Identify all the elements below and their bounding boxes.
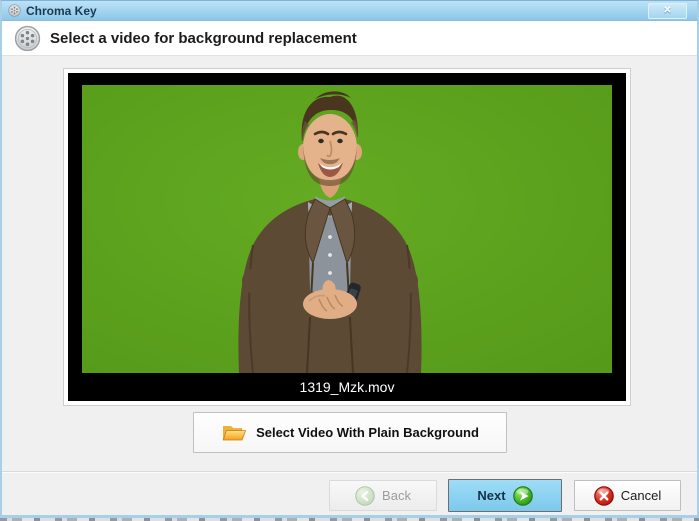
- video-filename: 1319_Mzk.mov: [299, 379, 395, 396]
- folder-open-icon: [221, 422, 247, 444]
- cancel-label: Cancel: [620, 488, 662, 503]
- back-label: Back: [382, 488, 411, 503]
- next-button[interactable]: Next: [448, 479, 562, 512]
- header: Select a video for background replacemen…: [2, 21, 697, 56]
- footer-separator: [2, 471, 697, 473]
- screen: Chroma Key ✕ Select a video for backgrou…: [0, 0, 699, 521]
- select-video-button[interactable]: Select Video With Plain Background: [193, 412, 507, 453]
- cancel-circle-x-icon: [593, 485, 614, 506]
- next-label: Next: [477, 488, 506, 503]
- select-video-label: Select Video With Plain Background: [256, 425, 479, 440]
- title-bar[interactable]: Chroma Key ✕: [0, 0, 699, 21]
- video-frame: 1319_Mzk.mov: [68, 73, 626, 401]
- film-reel-icon: [14, 25, 41, 52]
- next-circle-arrow-icon: [512, 485, 533, 506]
- cancel-button[interactable]: Cancel: [574, 480, 681, 511]
- window-title: Chroma Key: [26, 3, 97, 18]
- close-icon: ✕: [663, 5, 672, 16]
- page-title: Select a video for background replacemen…: [50, 29, 357, 47]
- chroma-key-dialog: Chroma Key ✕ Select a video for backgrou…: [0, 0, 699, 518]
- film-reel-icon: [8, 4, 21, 17]
- back-circle-arrow-icon: [355, 485, 375, 506]
- close-button[interactable]: ✕: [648, 3, 687, 19]
- video-preview-card: 1319_Mzk.mov: [63, 68, 631, 406]
- video-preview: [82, 85, 612, 373]
- dialog-body: Select a video for background replacemen…: [0, 21, 699, 518]
- green-screen-video-illustration: [82, 85, 612, 373]
- back-button[interactable]: Back: [329, 480, 437, 511]
